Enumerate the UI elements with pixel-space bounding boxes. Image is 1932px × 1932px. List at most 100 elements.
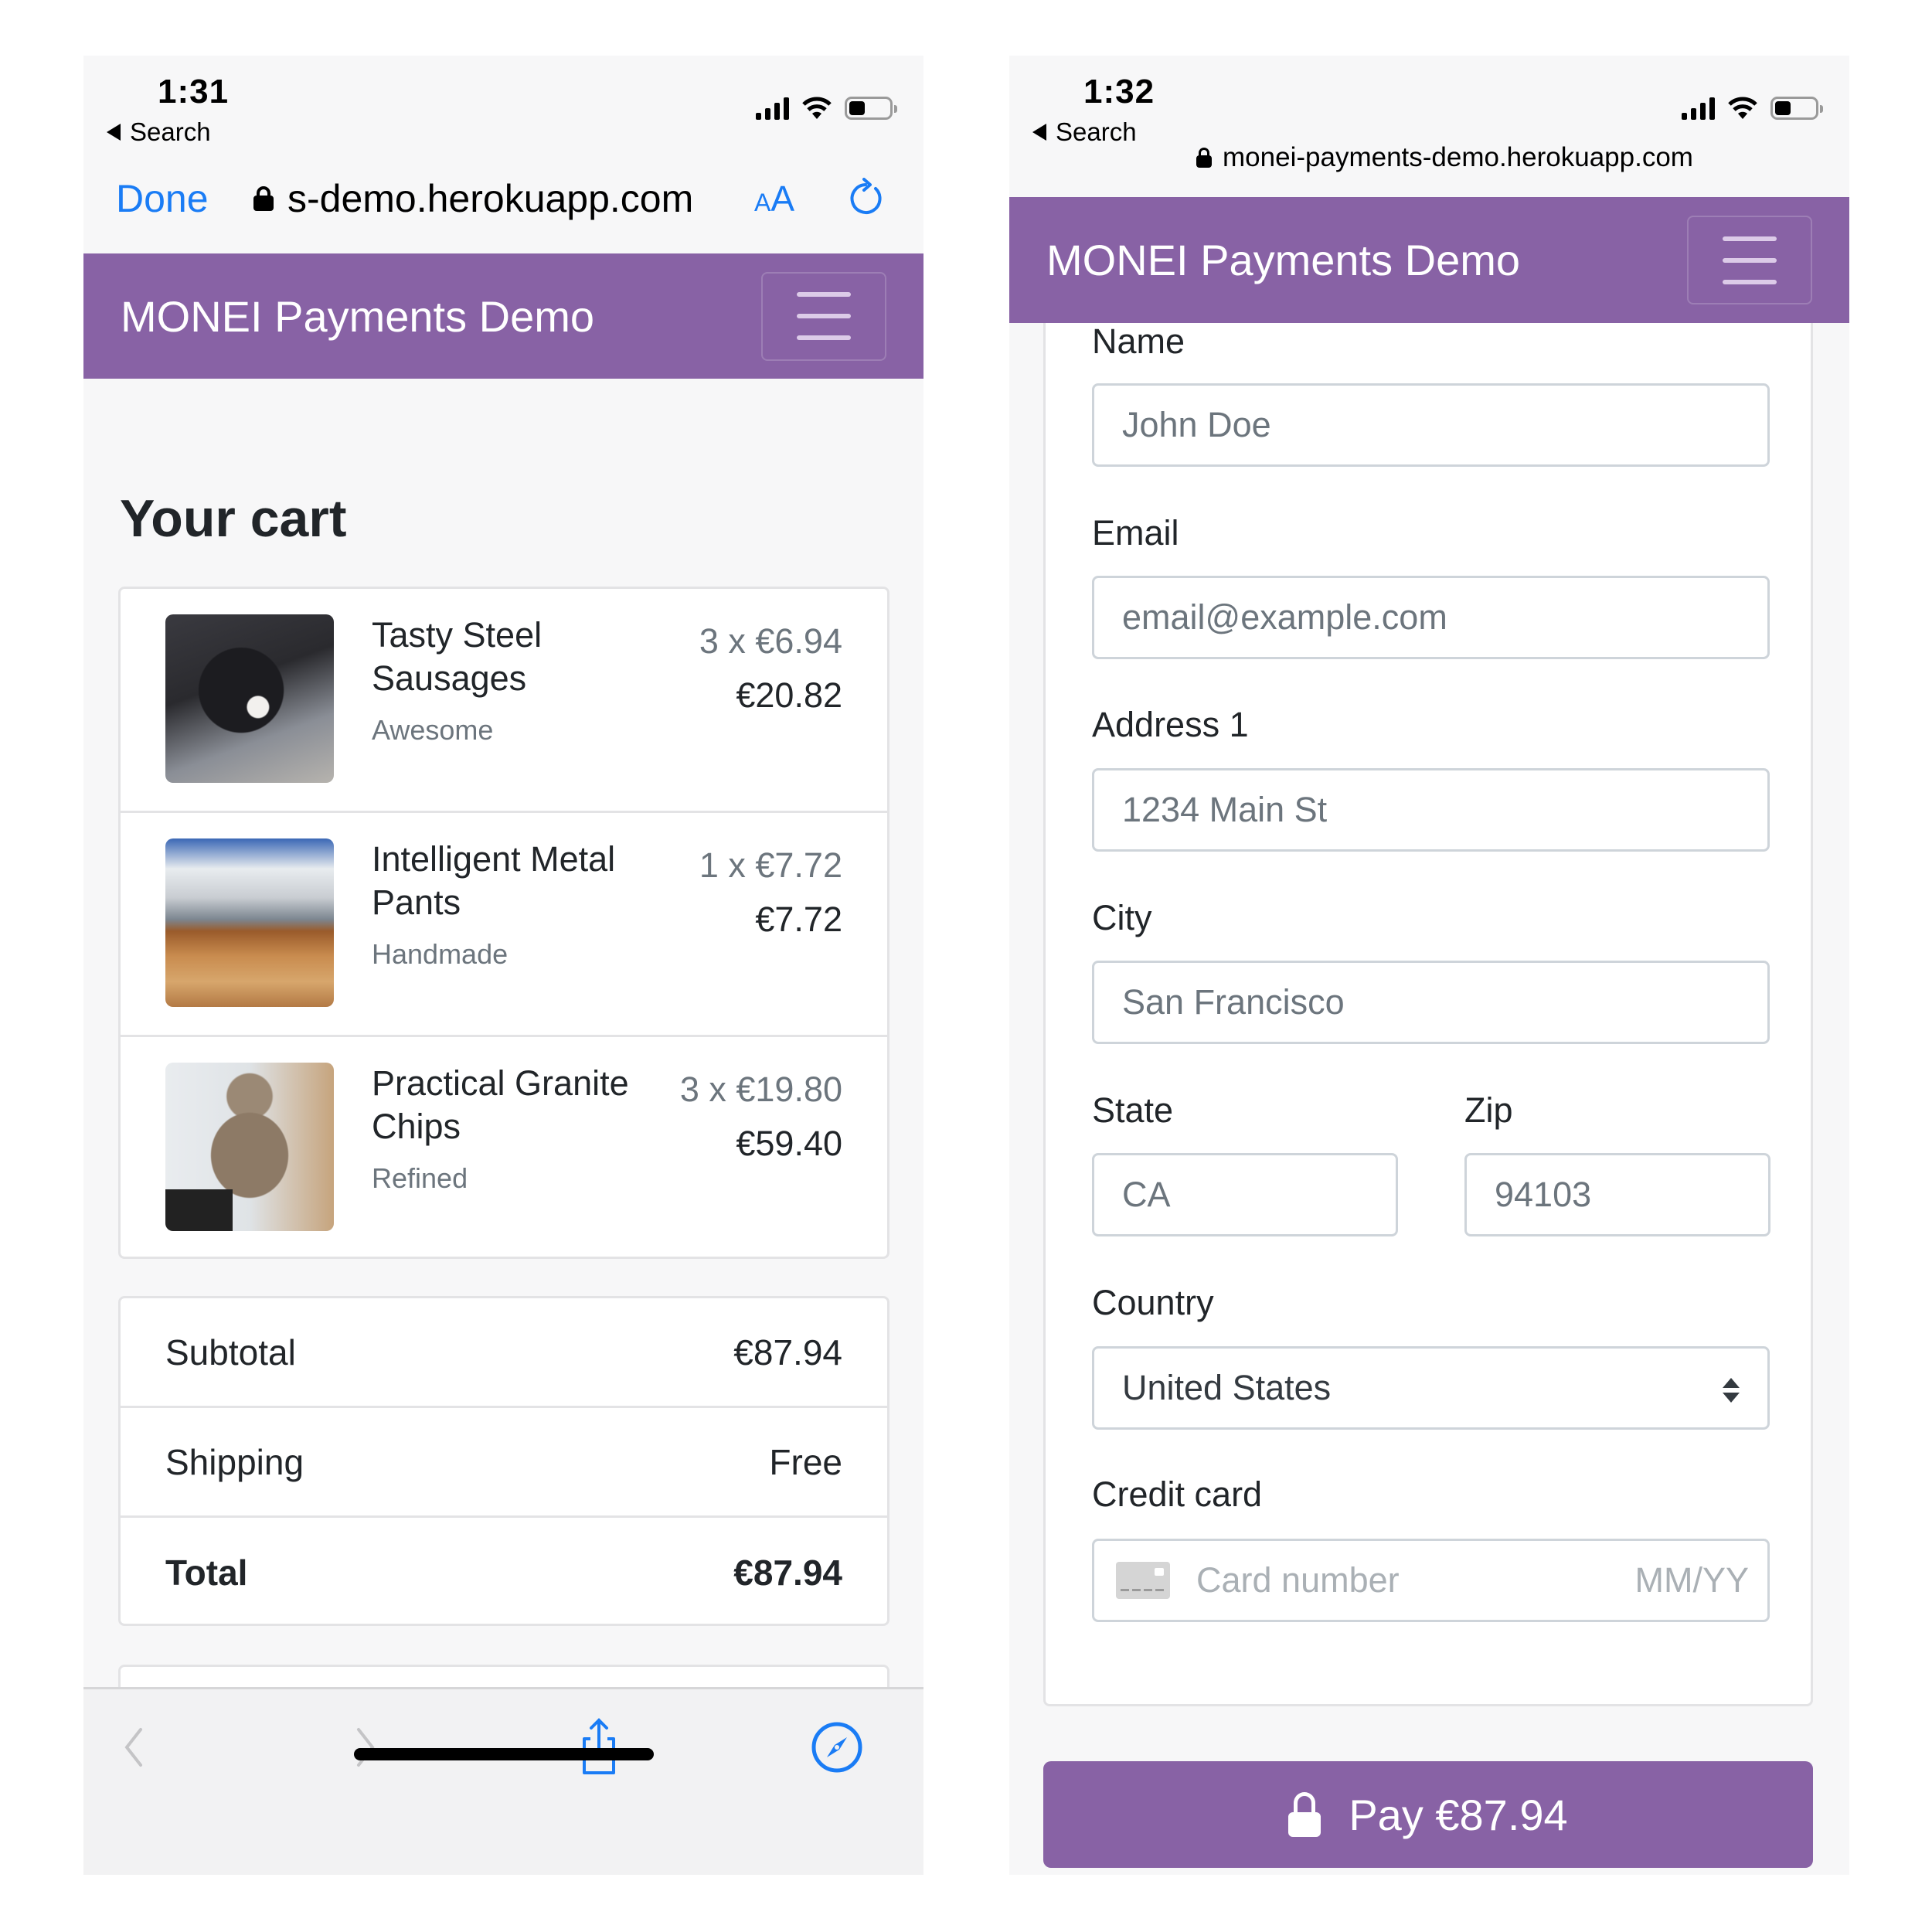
zip-label: Zip — [1464, 1090, 1513, 1130]
product-image-landscape — [165, 838, 334, 1007]
subtotal-row: Subtotal €87.94 — [121, 1298, 887, 1408]
hamburger-icon-line — [1723, 279, 1777, 284]
home-indicator — [354, 1748, 654, 1760]
battery-icon — [845, 97, 897, 120]
cart-item: Tasty Steel Sausages Awesome 3 x €6.94 €… — [121, 589, 887, 813]
total-value: €87.94 — [733, 1553, 842, 1593]
address1-label: Address 1 — [1092, 705, 1249, 744]
email-placeholder: email@example.com — [1122, 597, 1447, 637]
email-input[interactable]: email@example.com — [1092, 576, 1770, 659]
navbar-brand[interactable]: MONEI Payments Demo — [121, 291, 594, 342]
card-number-placeholder: Card number — [1196, 1560, 1400, 1600]
status-time: 1:31 — [158, 73, 230, 111]
city-placeholder: San Francisco — [1122, 982, 1345, 1022]
email-label: Email — [1092, 513, 1179, 553]
status-icons — [1682, 96, 1823, 121]
city-label: City — [1092, 898, 1152, 937]
navbar: MONEI Payments Demo — [1009, 197, 1849, 323]
cart-items-list: Tasty Steel Sausages Awesome 3 x €6.94 €… — [118, 587, 889, 1259]
back-label: Search — [130, 117, 211, 146]
cart-title: Your cart — [120, 489, 347, 548]
item-description: Refined — [372, 1162, 468, 1194]
shipping-row: Shipping Free — [121, 1408, 887, 1518]
cart-screen: 1:31 Search Done s-demo.herokuapp.com AA… — [83, 56, 923, 1875]
item-line-total: €20.82 — [736, 675, 842, 715]
back-arrow-icon[interactable] — [107, 1720, 161, 1774]
text-size-small-a: A — [754, 189, 771, 216]
reload-icon[interactable] — [845, 178, 886, 219]
item-name: Intelligent Metal Pants — [372, 839, 616, 922]
state-input[interactable]: CA — [1092, 1153, 1398, 1236]
item-quantity-price: 1 x €7.72 — [699, 845, 842, 885]
safari-toolbar — [83, 1687, 923, 1875]
hamburger-icon-line — [797, 314, 851, 318]
address1-placeholder: 1234 Main St — [1122, 790, 1328, 829]
zip-placeholder: 94103 — [1495, 1175, 1592, 1214]
cart-item: Intelligent Metal Pants Handmade 1 x €7.… — [121, 813, 887, 1037]
share-icon[interactable] — [572, 1716, 626, 1777]
url-text: s-demo.herokuapp.com — [287, 177, 694, 220]
shipping-label: Shipping — [165, 1441, 304, 1482]
navbar-brand[interactable]: MONEI Payments Demo — [1046, 235, 1520, 285]
cellular-signal-icon — [1682, 97, 1715, 120]
lock-icon — [1288, 1792, 1321, 1837]
lock-icon — [253, 186, 274, 211]
product-image-puppy — [165, 614, 334, 783]
back-to-search-link[interactable]: Search — [107, 117, 211, 147]
back-triangle-icon — [107, 124, 121, 141]
browser-address-row: Done s-demo.herokuapp.com AA — [83, 172, 923, 226]
status-icons — [756, 96, 897, 121]
item-quantity-price: 3 x €6.94 — [699, 621, 842, 661]
item-name: Tasty Steel Sausages — [372, 615, 543, 698]
country-label: Country — [1092, 1283, 1214, 1322]
shipping-value: Free — [769, 1441, 842, 1482]
address-bar[interactable]: monei-payments-demo.herokuapp.com — [1009, 142, 1849, 173]
wifi-icon — [1728, 97, 1757, 119]
navbar: MONEI Payments Demo — [83, 253, 923, 379]
item-line-total: €7.72 — [755, 900, 842, 939]
forward-arrow-icon[interactable] — [338, 1720, 393, 1774]
subtotal-label: Subtotal — [165, 1332, 296, 1372]
done-button[interactable]: Done — [116, 176, 209, 221]
pay-button[interactable]: Pay €87.94 — [1043, 1761, 1813, 1868]
status-time: 1:32 — [1083, 73, 1155, 111]
hamburger-icon-line — [797, 292, 851, 297]
cellular-signal-icon — [756, 97, 789, 120]
text-size-button[interactable]: AA — [754, 178, 794, 219]
address1-input[interactable]: 1234 Main St — [1092, 768, 1770, 852]
credit-card-icon — [1116, 1562, 1170, 1599]
checkout-screen: 1:32 Search monei-payments-demo.herokuap… — [1009, 56, 1849, 1875]
city-input[interactable]: San Francisco — [1092, 961, 1770, 1044]
state-label: State — [1092, 1090, 1174, 1130]
text-size-large-a: A — [770, 179, 795, 219]
country-select[interactable]: United States — [1092, 1346, 1770, 1430]
item-description: Awesome — [372, 714, 494, 746]
address-bar[interactable]: s-demo.herokuapp.com — [253, 176, 693, 221]
order-summary: Subtotal €87.94 Shipping Free Total €87.… — [118, 1296, 889, 1626]
hamburger-icon-line — [1723, 236, 1777, 241]
name-label: Name — [1092, 321, 1185, 361]
checkout-form: Name John Doe Email email@example.com Ad… — [1043, 321, 1813, 1706]
lock-icon — [1196, 148, 1213, 168]
battery-icon — [1770, 97, 1823, 120]
item-quantity-price: 3 x €19.80 — [679, 1070, 842, 1109]
credit-card-label: Credit card — [1092, 1475, 1263, 1514]
compass-icon[interactable] — [810, 1720, 864, 1774]
zip-input[interactable]: 94103 — [1464, 1153, 1770, 1236]
credit-card-input[interactable]: Card number MM/YY — [1092, 1539, 1770, 1622]
state-placeholder: CA — [1122, 1175, 1171, 1214]
url-text: monei-payments-demo.herokuapp.com — [1223, 142, 1693, 172]
hamburger-icon-line — [1723, 257, 1777, 263]
hamburger-icon-line — [797, 335, 851, 340]
name-placeholder: John Doe — [1122, 405, 1271, 444]
navbar-toggle-button[interactable] — [761, 271, 886, 361]
name-input[interactable]: John Doe — [1092, 383, 1770, 467]
wifi-icon — [802, 97, 832, 119]
navbar-toggle-button[interactable] — [1687, 216, 1812, 304]
total-label: Total — [165, 1553, 248, 1593]
country-selected-value: United States — [1122, 1368, 1332, 1407]
item-description: Handmade — [372, 938, 509, 970]
pay-button-label: Pay €87.94 — [1349, 1790, 1568, 1839]
item-name: Practical Granite Chips — [372, 1063, 629, 1146]
select-updown-icon — [1723, 1378, 1740, 1403]
